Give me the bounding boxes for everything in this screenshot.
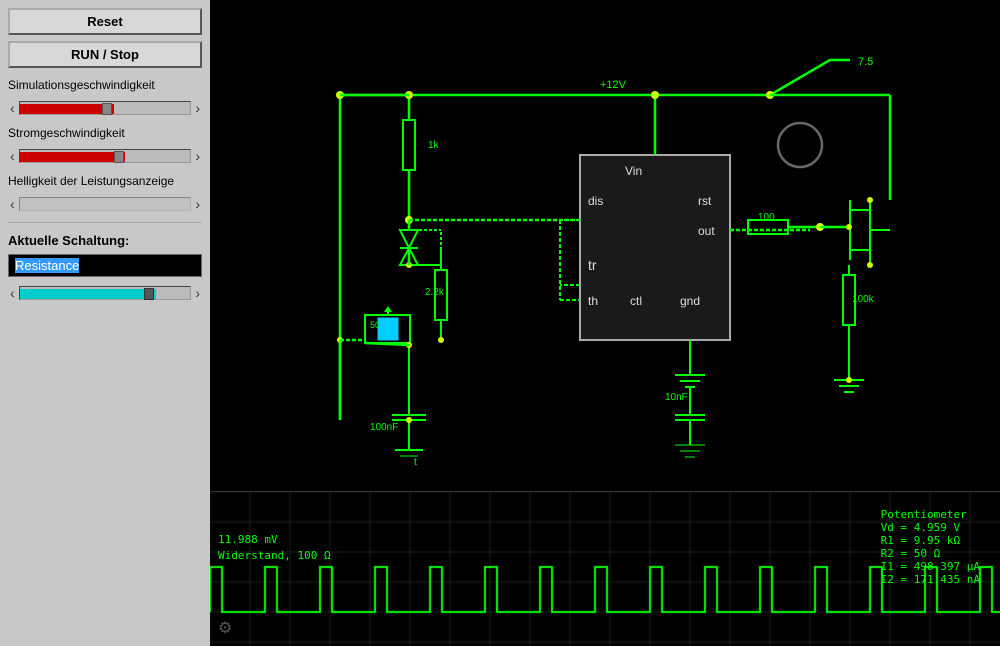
- svg-text:t: t: [414, 457, 417, 468]
- svg-text:100nF: 100nF: [370, 422, 398, 433]
- svg-text:7.5: 7.5: [858, 56, 873, 68]
- pot-header: Potentiometer: [881, 508, 980, 521]
- sim-speed-left-arrow[interactable]: ‹: [8, 100, 17, 116]
- svg-text:gnd: gnd: [680, 294, 700, 308]
- circuit-name-text: Resistance: [15, 258, 79, 273]
- sim-speed-label: Simulationsgeschwindigkeit: [8, 78, 202, 92]
- circuit-name-display: Resistance: [8, 254, 202, 277]
- sim-speed-fill: [20, 104, 114, 114]
- circuit-slider-thumb[interactable]: [144, 288, 154, 300]
- brightness-label: Helligkeit der Leistungsanzeige: [8, 174, 202, 188]
- current-speed-track[interactable]: [19, 149, 192, 163]
- pot-vd: Vd = 4.959 V: [881, 521, 980, 534]
- sim-speed-thumb[interactable]: [102, 103, 112, 115]
- brightness-slider-row: ‹ ›: [8, 196, 202, 212]
- circuit-selector-row: ‹ ›: [8, 285, 202, 301]
- resistance-value: Widerstand, 100 Ω: [218, 549, 331, 562]
- circuit-area: +12V 7.5 1k Vin dis rst out: [210, 0, 1000, 646]
- current-speed-left-arrow[interactable]: ‹: [8, 148, 17, 164]
- svg-text:dis: dis: [588, 194, 603, 208]
- circuit-slider-fill: [20, 289, 157, 299]
- svg-text:+12V: +12V: [600, 79, 627, 91]
- current-circuit-label: Aktuelle Schaltung:: [8, 233, 202, 248]
- svg-text:10nF: 10nF: [665, 392, 688, 403]
- svg-text:Vin: Vin: [625, 164, 642, 178]
- gear-icon[interactable]: ⚙: [218, 618, 232, 638]
- circuit-left-arrow[interactable]: ‹: [8, 285, 17, 301]
- pot-i2: I2 = 171.435 nA: [881, 573, 980, 586]
- sim-speed-right-arrow[interactable]: ›: [193, 100, 202, 116]
- sidebar: Reset RUN / Stop Simulationsgeschwindigk…: [0, 0, 210, 646]
- brightness-right-arrow[interactable]: ›: [193, 196, 202, 212]
- voltage-value: 11.988 mV: [218, 533, 278, 546]
- current-speed-thumb[interactable]: [114, 151, 124, 163]
- circuit-right-arrow[interactable]: ›: [193, 285, 202, 301]
- circuit-slider-track[interactable]: [19, 286, 192, 300]
- svg-text:50: 50: [370, 320, 380, 330]
- svg-text:100: 100: [758, 212, 775, 223]
- brightness-left-arrow[interactable]: ‹: [8, 196, 17, 212]
- reset-button[interactable]: Reset: [8, 8, 202, 35]
- current-speed-right-arrow[interactable]: ›: [193, 148, 202, 164]
- pot-r1: R1 = 9.95 kΩ: [881, 534, 980, 547]
- current-speed-fill: [20, 152, 126, 162]
- divider: [8, 222, 202, 223]
- brightness-track[interactable]: [19, 197, 192, 211]
- svg-text:th: th: [588, 294, 598, 308]
- bottom-panel: 11.988 mV Widerstand, 100 Ω Potentiomete…: [210, 491, 1000, 646]
- pot-r2: R2 = 50 Ω: [881, 547, 980, 560]
- circuit-svg: +12V 7.5 1k Vin dis rst out: [210, 0, 1000, 490]
- svg-text:1k: 1k: [428, 140, 440, 151]
- sim-speed-slider-row: ‹ ›: [8, 100, 202, 116]
- current-speed-label: Stromgeschwindigkeit: [8, 126, 202, 140]
- svg-text:out: out: [698, 224, 715, 238]
- pot-i1: I1 = 498.397 µA: [881, 560, 980, 573]
- run-stop-button[interactable]: RUN / Stop: [8, 41, 202, 68]
- current-speed-slider-row: ‹ ›: [8, 148, 202, 164]
- sim-speed-track[interactable]: [19, 101, 192, 115]
- svg-text:tr: tr: [588, 257, 597, 273]
- svg-text:rst: rst: [698, 194, 712, 208]
- svg-text:ctl: ctl: [630, 294, 642, 308]
- potentiometer-info: Potentiometer Vd = 4.959 V R1 = 9.95 kΩ …: [881, 508, 980, 586]
